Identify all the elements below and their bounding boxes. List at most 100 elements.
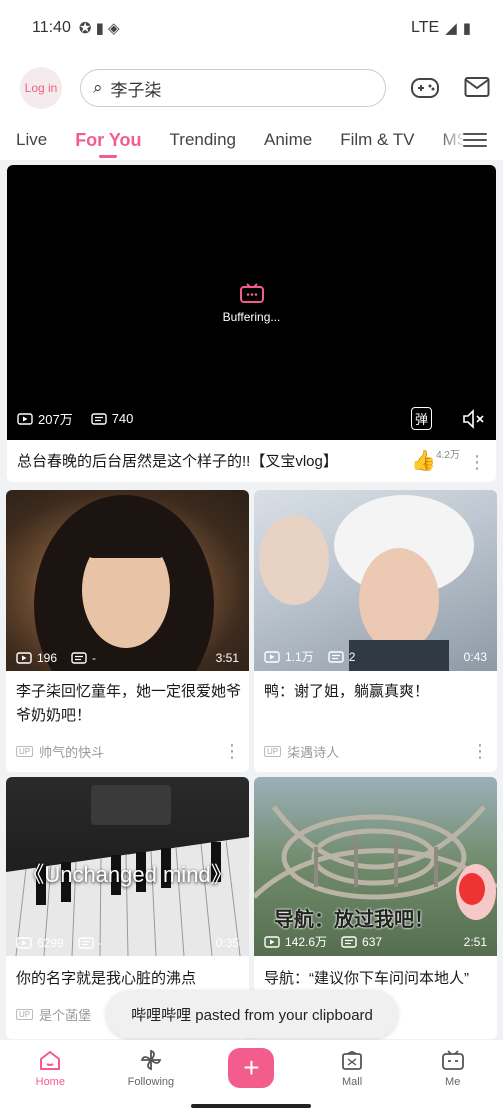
nav-me[interactable]: Me bbox=[413, 1049, 493, 1088]
duration: 3:51 bbox=[215, 651, 239, 665]
thumbnail-art bbox=[259, 495, 474, 671]
more-options-icon[interactable]: ⋮ bbox=[468, 453, 486, 471]
card-title[interactable]: 导航：“建议你下车问问本地人” bbox=[264, 967, 489, 991]
danmaku-count-icon bbox=[78, 937, 94, 949]
play-count-icon bbox=[17, 412, 33, 425]
nav-create[interactable]: + bbox=[211, 1048, 291, 1088]
search-icon: ⌕ bbox=[93, 78, 103, 97]
tab-anime[interactable]: Anime bbox=[264, 120, 312, 160]
view-count: 207万 bbox=[38, 412, 73, 427]
video-player[interactable]: Buffering... 207万 740 弹 bbox=[7, 165, 496, 440]
status-time: 11:40 bbox=[32, 19, 71, 36]
thumbnail-stats: 1.1万 2 0:43 bbox=[264, 648, 487, 665]
featured-title[interactable]: 总台春晚的后台居然是这个样子的!!【叉宝vlog】 bbox=[17, 450, 417, 471]
uploader[interactable]: UP 帅气的快斗 bbox=[16, 742, 104, 761]
view-count: 6299 bbox=[37, 936, 64, 950]
duration: 2:51 bbox=[463, 934, 487, 949]
video-stats: 207万 740 bbox=[17, 409, 133, 428]
card-title[interactable]: 你的名字就是我心脏的沸点 bbox=[16, 967, 241, 991]
duration: 0:35 bbox=[215, 936, 239, 950]
up-badge: UP bbox=[16, 746, 34, 757]
view-count: 1.1万 bbox=[285, 650, 314, 664]
featured-video-card[interactable]: Buffering... 207万 740 弹 总台春晚的后台居然是这个样子的!… bbox=[7, 165, 496, 482]
danmaku-count-icon bbox=[327, 650, 344, 663]
card-title[interactable]: 李子柒回忆童年，她一定很爱她爷爷奶奶吧！ bbox=[16, 680, 241, 728]
clipboard-toast: 哔哩哔哩 pasted from your clipboard bbox=[106, 990, 398, 1038]
tv-icon bbox=[239, 283, 264, 303]
up-badge: UP bbox=[16, 1009, 34, 1020]
tab-film-tv[interactable]: Film & TV bbox=[340, 120, 414, 160]
nav-mall-label: Mall bbox=[341, 1075, 363, 1088]
search-value: 李子柒 bbox=[110, 80, 162, 100]
video-thumbnail[interactable]: 《Unchanged mind》 6299 - 0:35 bbox=[6, 777, 249, 956]
like-count: 4.2万 bbox=[436, 450, 460, 461]
mail-icon[interactable] bbox=[464, 76, 490, 98]
nav-following[interactable]: Following bbox=[111, 1049, 191, 1088]
login-button[interactable]: Log in bbox=[20, 67, 62, 109]
nav-me-label: Me bbox=[445, 1075, 461, 1088]
video-thumbnail[interactable]: 导航：放过我吧！ 142.6万 637 2:51 bbox=[254, 777, 497, 956]
video-card[interactable]: 1.1万 2 0:43 鸭：谢了姐，躺赢真爽！ UP 柒遇诗人 ⋮ bbox=[254, 490, 497, 772]
nav-home-label: Home bbox=[35, 1075, 65, 1088]
duration: 0:43 bbox=[463, 649, 487, 664]
play-count-icon bbox=[16, 652, 32, 664]
danmaku-count: 2 bbox=[348, 649, 356, 664]
search-input[interactable]: ⌕ 李子柒 bbox=[80, 69, 386, 107]
more-options-icon[interactable]: ⋮ bbox=[471, 742, 489, 760]
danmaku-count-icon bbox=[71, 652, 87, 664]
thumbnail-stats: 142.6万 637 2:51 bbox=[264, 933, 487, 950]
thumbnail-stats: 6299 - 0:35 bbox=[16, 936, 239, 950]
menu-icon[interactable] bbox=[463, 128, 487, 152]
card-title[interactable]: 鸭：谢了姐，躺赢真爽！ bbox=[264, 680, 489, 704]
nav-mall[interactable]: Mall bbox=[312, 1049, 392, 1088]
uploader-name: 是个菡堡 bbox=[39, 1008, 92, 1023]
game-controller-icon[interactable] bbox=[410, 76, 440, 100]
tab-live[interactable]: Live bbox=[16, 120, 47, 160]
mall-icon bbox=[342, 1050, 362, 1070]
video-card[interactable]: 196 - 3:51 李子柒回忆童年，她一定很爱她爷爷奶奶吧！ UP 帅气的快斗… bbox=[6, 490, 249, 772]
play-count-icon bbox=[264, 650, 280, 663]
bottom-nav: Home Following + Mall Me bbox=[0, 1040, 503, 1096]
thumbnail-art bbox=[34, 495, 214, 671]
uploader[interactable]: UP 柒遇诗人 bbox=[264, 742, 339, 761]
danmaku-count-icon bbox=[91, 412, 107, 425]
view-count: 196 bbox=[37, 651, 58, 665]
danmaku-count-icon bbox=[341, 935, 357, 948]
plus-icon: + bbox=[228, 1048, 275, 1088]
thumbnail-stats: 196 - 3:51 bbox=[16, 651, 239, 665]
category-tabs: Live For You Trending Anime Film & TV MS… bbox=[0, 120, 503, 160]
play-count-icon bbox=[16, 937, 32, 949]
tab-for-you[interactable]: For You bbox=[75, 120, 142, 160]
view-count: 142.6万 bbox=[285, 935, 328, 949]
mute-icon[interactable] bbox=[462, 408, 486, 430]
thumbnail-overlay-text: 导航：放过我吧！ bbox=[274, 909, 434, 931]
home-icon bbox=[40, 1050, 61, 1070]
buffering-text: Buffering... bbox=[222, 310, 281, 324]
notification-icon: ✪ ▮ ◈ bbox=[78, 20, 120, 37]
play-count-icon bbox=[264, 935, 280, 948]
uploader-name: 柒遇诗人 bbox=[287, 745, 340, 760]
nav-following-label: Following bbox=[127, 1075, 175, 1088]
pinwheel-icon bbox=[140, 1049, 162, 1070]
danmaku-count: 637 bbox=[362, 934, 383, 949]
network-label: LTE bbox=[411, 19, 440, 36]
danmaku-count: - bbox=[92, 651, 97, 665]
like-button[interactable]: 👍 4.2万 bbox=[411, 448, 460, 473]
video-thumbnail[interactable]: 1.1万 2 0:43 bbox=[254, 490, 497, 671]
me-tv-icon bbox=[441, 1049, 464, 1070]
video-thumbnail[interactable]: 196 - 3:51 bbox=[6, 490, 249, 671]
thumbs-up-icon: 👍 bbox=[411, 450, 437, 472]
thumbnail-overlay-text: 《Unchanged mind》 bbox=[22, 862, 233, 887]
tab-trending[interactable]: Trending bbox=[170, 120, 236, 160]
gesture-bar[interactable] bbox=[191, 1104, 311, 1108]
status-bar: 11:40 ✪ ▮ ◈ LTE ◢ ▮ bbox=[0, 0, 503, 56]
danmaku-toggle-button[interactable]: 弹 bbox=[410, 407, 432, 430]
top-bar: Log in ⌕ 李子柒 bbox=[0, 56, 503, 120]
buffering-indicator: Buffering... bbox=[7, 282, 496, 324]
uploader[interactable]: UP 是个菡堡 bbox=[16, 1005, 91, 1024]
system-nav-area bbox=[0, 1096, 503, 1120]
nav-home[interactable]: Home bbox=[10, 1049, 90, 1088]
danmaku-count: 740 bbox=[111, 411, 134, 426]
uploader-name: 帅气的快斗 bbox=[39, 745, 105, 760]
more-options-icon[interactable]: ⋮ bbox=[223, 742, 241, 760]
